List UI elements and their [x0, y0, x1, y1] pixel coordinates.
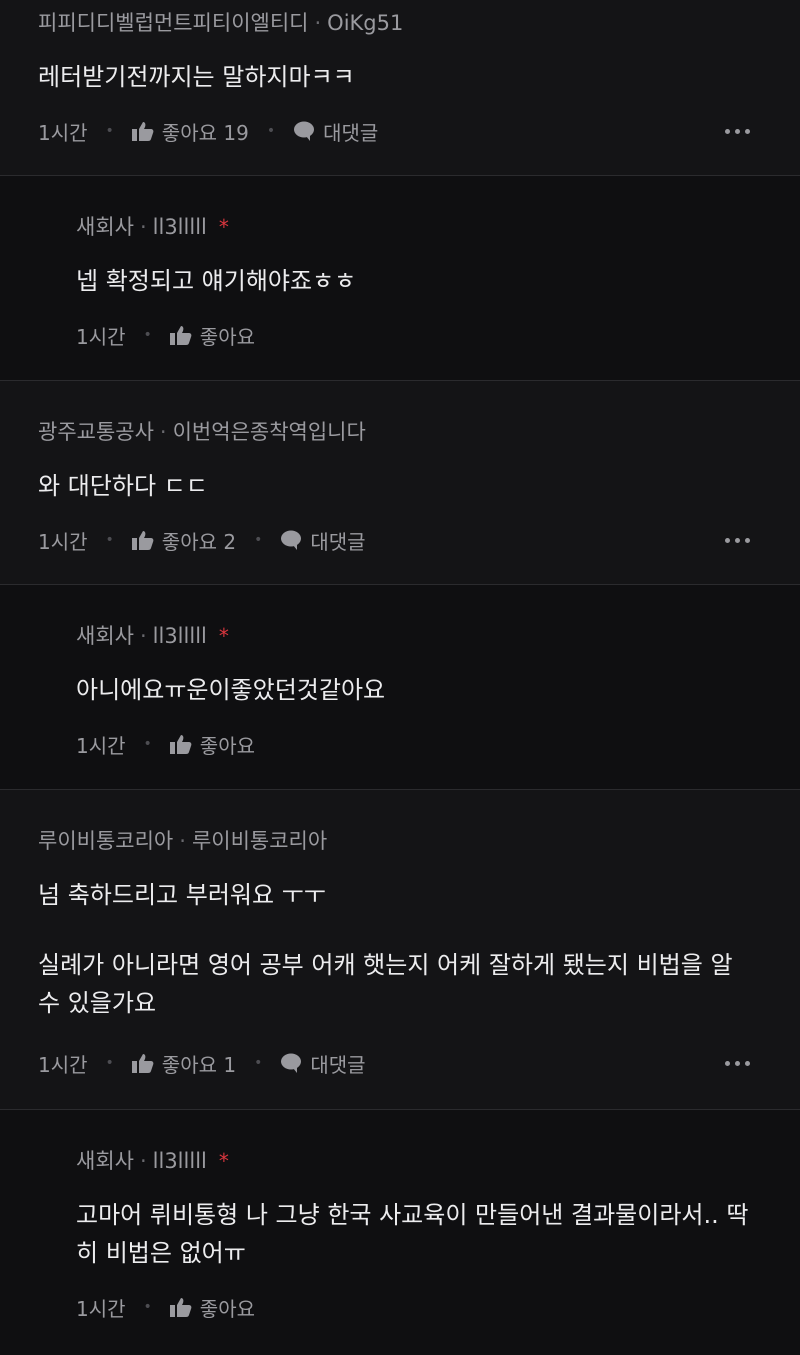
thumbs-up-icon [131, 531, 154, 550]
comment-text: 실례가 아니라면 영어 공부 어캐 햇는지 어케 잘하게 됐는지 비법을 알 수… [38, 951, 733, 1017]
comment-text: 아니에요ㅠ운이좋았던것같아요 [76, 676, 386, 704]
comment-text: 와 대단하다 ㄷㄷ [38, 472, 208, 500]
speech-bubble-icon [281, 1053, 302, 1073]
thumbs-up-icon [169, 1298, 192, 1317]
speech-bubble-icon [281, 530, 302, 550]
reply-item: 새회사 · ll3lllll * 아니에요ㅠ운이좋았던것같아요 1시간 • 좋아요 [0, 585, 800, 790]
asterisk-icon: * [218, 1149, 229, 1173]
thumbs-up-icon [169, 326, 192, 345]
comment-text: 넘 축하드리고 부러워요 ㅜㅜ [38, 881, 326, 909]
comment-time: 1시간 [38, 529, 88, 554]
comment-body: 와 대단하다 ㄷㄷ [38, 467, 762, 505]
reply-item: 새회사 · ll3lllll * 고마어 뤼비통형 나 그냥 한국 사교육이 만들어낸… [0, 1110, 800, 1355]
author-name[interactable]: 광주교통공사 [38, 420, 154, 444]
author-handle: ll3lllll [152, 1149, 207, 1173]
comment-meta: 새회사 · ll3lllll * [76, 1146, 762, 1176]
comment-text: 레터받기전까지는 말하지마ㅋㅋ [38, 63, 355, 91]
action-separator: • [105, 123, 114, 139]
author-handle: ll3lllll [152, 215, 207, 239]
reply-button[interactable]: 대댓글 [293, 117, 378, 146]
comment-body: 넘 축하드리고 부러워요 ㅜㅜ 실례가 아니라면 영어 공부 어캐 햇는지 어케… [38, 876, 762, 1022]
author-name[interactable]: 루이비통코리아 [38, 829, 173, 853]
comment-item: 피피디디벨럽먼트피티이엘티디 · OiKg51 레터받기전까지는 말하지마ㅋㅋ 1시… [0, 0, 800, 176]
action-separator: • [254, 1055, 263, 1071]
meta-separator: · [139, 1149, 147, 1173]
speech-bubble-icon [294, 121, 315, 141]
author-handle: OiKg51 [327, 11, 404, 35]
comment-actions: 1시간 • 좋아요 1 • 대댓글 [38, 1048, 762, 1078]
author-name[interactable]: 새회사 [76, 624, 134, 648]
action-separator: • [143, 1299, 152, 1315]
thumbs-up-icon [131, 122, 154, 141]
comment-body: 레터받기전까지는 말하지마ㅋㅋ [38, 58, 762, 96]
comment-actions: 1시간 • 좋아요 [76, 729, 762, 759]
reply-label: 대댓글 [323, 120, 379, 145]
comment-feed: 피피디디벨럽먼트피티이엘티디 · OiKg51 레터받기전까지는 말하지마ㅋㅋ 1시… [0, 0, 800, 1355]
action-separator: • [254, 532, 263, 548]
comment-time: 1시간 [38, 1052, 88, 1077]
action-separator: • [105, 532, 114, 548]
comment-item: 루이비통코리아 · 루이비통코리아 넘 축하드리고 부러워요 ㅜㅜ 실례가 아니라면… [0, 790, 800, 1110]
action-separator: • [143, 327, 152, 343]
like-button[interactable]: 좋아요 19 [131, 117, 249, 146]
comment-body: 고마어 뤼비통형 나 그냥 한국 사교육이 만들어낸 결과물이라서.. 딱히 비… [76, 1196, 762, 1272]
like-label: 좋아요 1 [161, 1052, 237, 1077]
comment-text: 넵 확정되고 얘기해야죠ㅎㅎ [76, 267, 357, 295]
comment-time: 1시간 [76, 1296, 126, 1321]
thumbs-up-icon [131, 1054, 154, 1073]
action-separator: • [266, 123, 276, 139]
like-label: 좋아요 [199, 733, 255, 758]
comment-actions: 1시간 • 좋아요 [76, 1292, 762, 1322]
action-separator: • [105, 1055, 114, 1071]
like-button[interactable]: 좋아요 2 [131, 526, 237, 555]
meta-separator: · [179, 829, 186, 853]
meta-separator: · [314, 11, 322, 35]
author-handle: ll3lllll [152, 624, 207, 648]
more-horizontal-icon[interactable] [725, 1060, 750, 1066]
reply-button[interactable]: 대댓글 [280, 1049, 366, 1078]
comment-meta: 피피디디벨럽먼트피티이엘티디 · OiKg51 [38, 8, 762, 38]
action-separator: • [143, 736, 152, 752]
asterisk-icon: * [218, 215, 229, 239]
comment-meta: 루이비통코리아 · 루이비통코리아 [38, 826, 762, 856]
like-label: 좋아요 19 [161, 120, 249, 145]
comment-time: 1시간 [76, 324, 126, 349]
thumbs-up-icon [169, 735, 192, 754]
like-button[interactable]: 좋아요 [169, 321, 255, 350]
like-button[interactable]: 좋아요 [169, 1293, 255, 1322]
more-horizontal-icon[interactable] [725, 537, 750, 543]
comment-actions: 1시간 • 좋아요 19 • 대댓글 [38, 116, 762, 146]
asterisk-icon: * [218, 624, 229, 648]
meta-separator: · [139, 215, 147, 239]
meta-separator: · [139, 624, 147, 648]
like-label: 좋아요 2 [161, 529, 237, 554]
comment-actions: 1시간 • 좋아요 2 • 대댓글 [38, 525, 762, 555]
author-handle: 이번억은종착역입니다 [172, 420, 366, 444]
like-button[interactable]: 좋아요 1 [131, 1049, 237, 1078]
author-name[interactable]: 새회사 [76, 215, 134, 239]
reply-label: 대댓글 [310, 1052, 366, 1077]
meta-separator: · [159, 420, 167, 444]
comment-time: 1시간 [76, 733, 126, 758]
like-label: 좋아요 [199, 1296, 255, 1321]
comment-body: 넵 확정되고 얘기해야죠ㅎㅎ [76, 262, 762, 300]
comment-text: 고마어 뤼비통형 나 그냥 한국 사교육이 만들어낸 결과물이라서.. 딱히 비… [76, 1201, 749, 1267]
author-name[interactable]: 피피디디벨럽먼트피티이엘티디 [38, 11, 308, 35]
comment-meta: 광주교통공사 · 이번억은종착역입니다 [38, 417, 762, 447]
more-horizontal-icon[interactable] [725, 128, 750, 134]
like-label: 좋아요 [199, 324, 255, 349]
reply-item: 새회사 · ll3lllll * 넵 확정되고 얘기해야죠ㅎㅎ 1시간 • 좋아요 [0, 176, 800, 381]
comment-item: 광주교통공사 · 이번억은종착역입니다 와 대단하다 ㄷㄷ 1시간 • 좋아요 2 … [0, 381, 800, 585]
author-name[interactable]: 새회사 [76, 1149, 134, 1173]
reply-label: 대댓글 [310, 529, 366, 554]
comment-meta: 새회사 · ll3lllll * [76, 212, 762, 242]
comment-time: 1시간 [38, 120, 88, 145]
comment-actions: 1시간 • 좋아요 [76, 320, 762, 350]
comment-meta: 새회사 · ll3lllll * [76, 621, 762, 651]
comment-body: 아니에요ㅠ운이좋았던것같아요 [76, 671, 762, 709]
author-handle: 루이비통코리아 [191, 829, 328, 853]
like-button[interactable]: 좋아요 [169, 730, 255, 759]
reply-button[interactable]: 대댓글 [280, 526, 366, 555]
